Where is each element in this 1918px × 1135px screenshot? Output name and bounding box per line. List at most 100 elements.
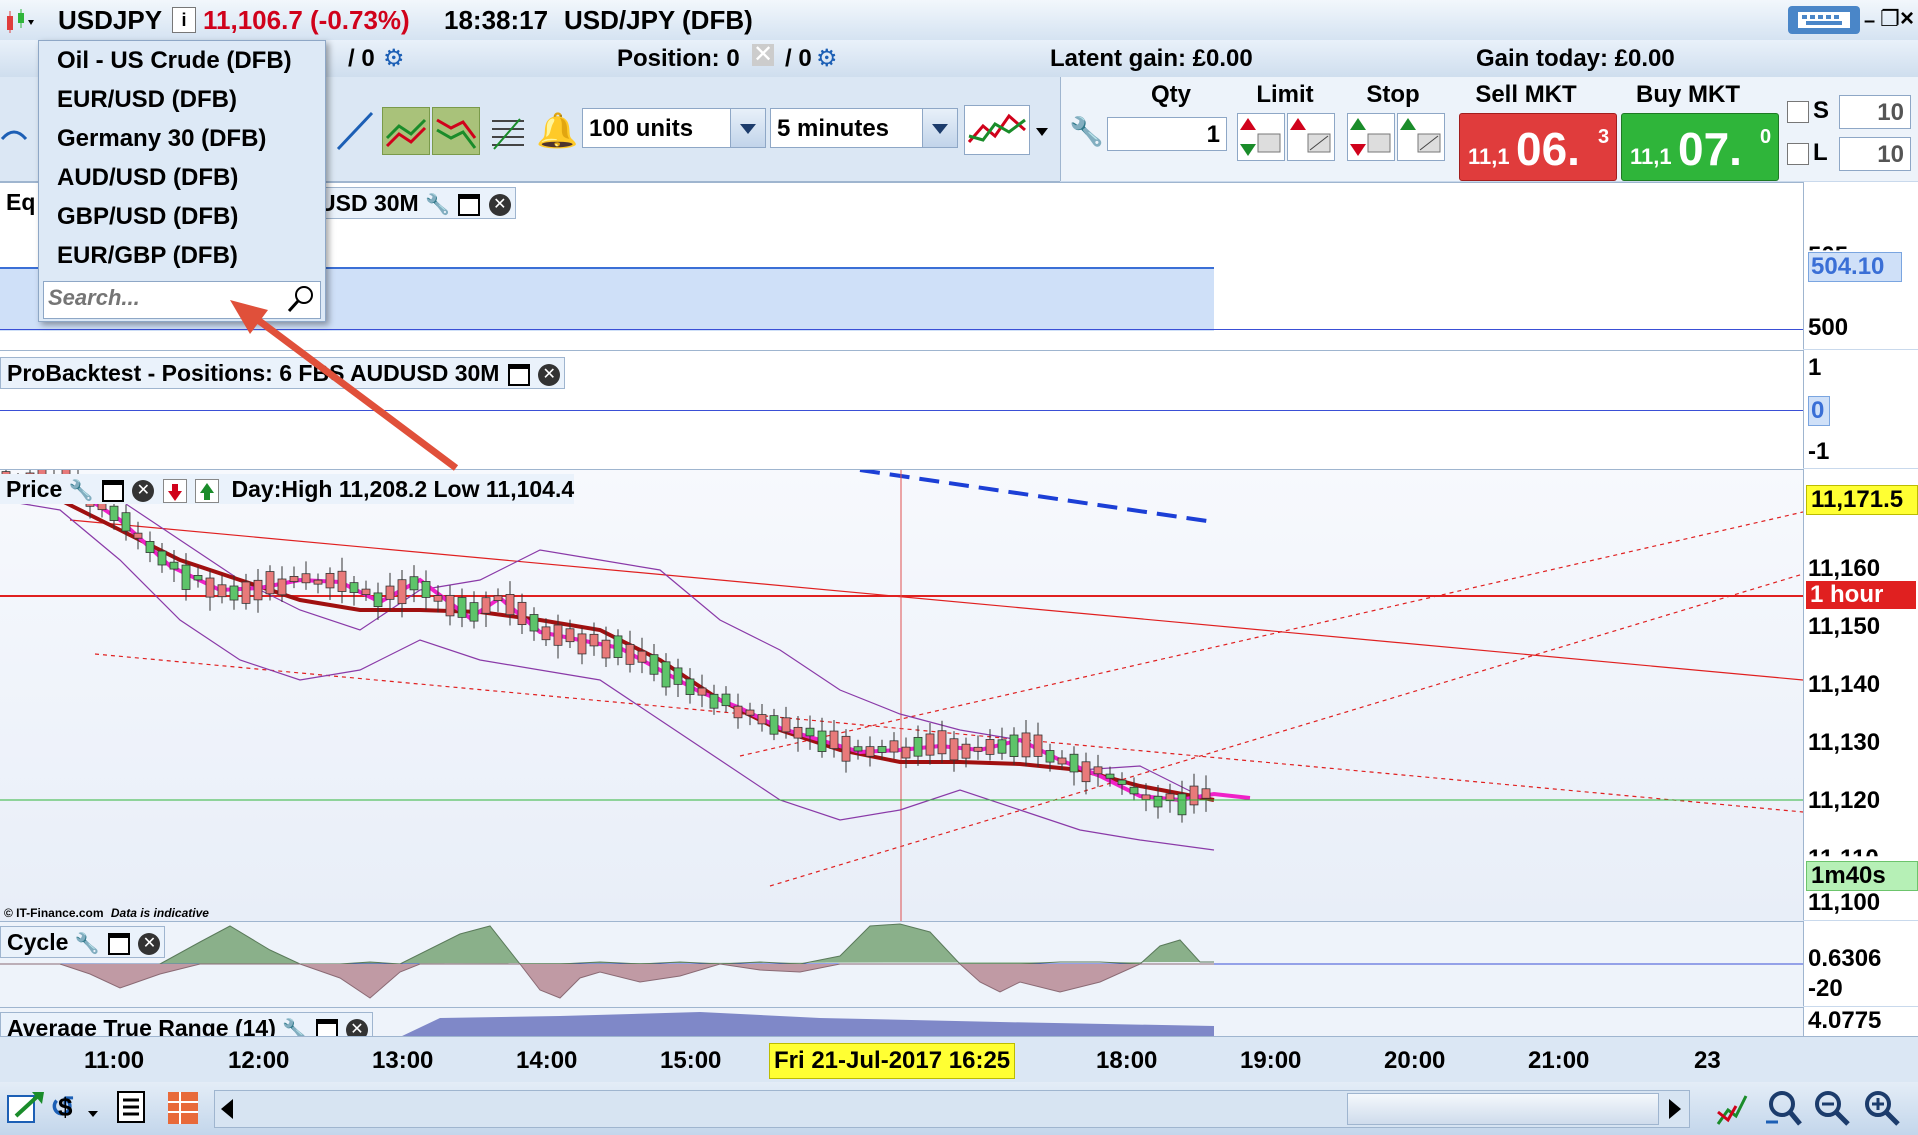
trend-line[interactable] xyxy=(69,519,1803,681)
limit-checkbox[interactable] xyxy=(1787,143,1809,165)
wrench-icon[interactable]: 🔧 xyxy=(69,480,94,502)
candle-body xyxy=(133,532,143,539)
buy-market-button[interactable]: 11,1 07. 0 xyxy=(1621,113,1779,181)
dropdown-item[interactable]: GBP/USD (DFB) xyxy=(39,197,325,236)
limit-buy-icon[interactable] xyxy=(1287,113,1335,161)
dropdown-item[interactable]: EUR/GBP (DFB) xyxy=(39,236,325,275)
channel-down-icon[interactable] xyxy=(432,107,480,155)
credit-note: Data is indicative xyxy=(110,906,209,920)
candle-body xyxy=(181,564,191,590)
fibonacci-icon[interactable] xyxy=(490,115,526,156)
wrench-icon[interactable]: 🔧 xyxy=(1069,115,1104,148)
dollar-icon[interactable]: $ xyxy=(58,1092,72,1123)
buy-arrow-icon[interactable] xyxy=(195,478,220,503)
chevron-down-icon[interactable] xyxy=(86,1106,100,1124)
wrench-icon[interactable]: 🔧 xyxy=(282,1019,307,1037)
data-credit: © IT-Finance.com Data is indicative xyxy=(4,906,209,920)
blue-dashed-line[interactable] xyxy=(859,470,1215,524)
minimize-icon[interactable]: – xyxy=(1864,10,1875,33)
candle-body xyxy=(997,739,1007,754)
maximize-icon[interactable] xyxy=(507,363,530,386)
close-icon[interactable]: × xyxy=(1900,5,1914,33)
stop-buy-icon[interactable] xyxy=(1397,113,1445,161)
wrench-icon[interactable]: 🔧 xyxy=(75,933,100,955)
indicators-icon[interactable] xyxy=(964,105,1030,155)
probacktest-axis: 1 0 -1 xyxy=(1803,350,1918,468)
close-icon[interactable]: ✕ xyxy=(538,363,561,386)
dropdown-item[interactable]: Germany 30 (DFB) xyxy=(39,119,325,158)
candle-body xyxy=(865,746,875,757)
price-tick: 11,140 xyxy=(1808,671,1881,698)
price-current-label: 11,171.5 xyxy=(1806,485,1918,515)
maximize-icon[interactable] xyxy=(458,193,481,216)
maximize-icon[interactable] xyxy=(101,479,124,502)
dropdown-item[interactable]: EUR/USD (DFB) xyxy=(39,80,325,119)
candle-body xyxy=(505,594,515,616)
candlestick-icon[interactable] xyxy=(4,8,34,39)
channel-line-dashed[interactable] xyxy=(769,573,1803,887)
auto-scale-icon[interactable] xyxy=(1714,1090,1750,1133)
time-tick: 23 xyxy=(1694,1047,1721,1074)
candle-body xyxy=(973,746,983,752)
close-position-icon[interactable]: ✕ xyxy=(752,43,774,67)
drawing-tool-icon[interactable] xyxy=(0,117,30,162)
list-icon[interactable] xyxy=(116,1090,146,1129)
channel-up-icon[interactable] xyxy=(382,107,430,155)
maximize-icon[interactable] xyxy=(315,1018,338,1037)
horizontal-scrollbar[interactable] xyxy=(214,1090,1690,1128)
spreadsheet-icon[interactable] xyxy=(166,1090,200,1131)
info-icon[interactable]: i xyxy=(172,7,196,33)
line-tool-icon[interactable] xyxy=(334,109,376,158)
stop-checkbox[interactable] xyxy=(1787,101,1809,123)
restore-icon[interactable]: ❐ xyxy=(1880,6,1900,32)
qty-input[interactable]: 1 xyxy=(1107,117,1227,151)
units-select[interactable]: 100 units xyxy=(582,108,766,148)
price-tick: 11,160 xyxy=(1808,555,1881,582)
instrument-name[interactable]: USDJPY xyxy=(58,5,162,36)
price-chart[interactable] xyxy=(0,470,1803,921)
atr-axis: 4.0775 xyxy=(1803,1007,1918,1036)
alert-bell-icon[interactable]: 🔔 xyxy=(536,111,578,151)
wrench-icon[interactable]: 🔧 xyxy=(425,194,450,216)
candle-body xyxy=(121,512,131,532)
atr-title: Average True Range (14) xyxy=(7,1015,276,1037)
interval-select[interactable]: 5 minutes xyxy=(770,108,958,148)
cycle-title: Cycle xyxy=(7,929,69,955)
sell-arrow-icon[interactable] xyxy=(162,478,187,503)
time-tick: 19:00 xyxy=(1240,1047,1302,1074)
channel-line-dashed[interactable] xyxy=(739,511,1803,757)
keyboard-icon[interactable] xyxy=(1788,6,1860,34)
probacktest-tick-top: 1 xyxy=(1808,354,1822,381)
scroll-left-icon[interactable] xyxy=(217,1097,237,1126)
sell-price-sup: 3 xyxy=(1598,126,1610,148)
close-icon[interactable]: ✕ xyxy=(132,479,155,502)
cycle-axis: 0.6306 -20 xyxy=(1803,921,1918,1006)
limit-sell-icon[interactable] xyxy=(1237,113,1285,161)
zoom-area-icon[interactable] xyxy=(1764,1088,1804,1133)
candle-body xyxy=(601,639,611,659)
chevron-down-icon[interactable] xyxy=(922,109,957,147)
chevron-down-icon[interactable] xyxy=(730,109,765,147)
stop-distance-input[interactable]: 10 xyxy=(1839,95,1911,129)
zoom-in-icon[interactable] xyxy=(1862,1088,1902,1133)
scrollbar-thumb[interactable] xyxy=(1347,1093,1659,1125)
zoom-out-icon[interactable] xyxy=(1812,1088,1852,1133)
gear-icon[interactable]: ⚙ xyxy=(383,44,405,73)
chevron-down-icon[interactable] xyxy=(1034,125,1050,143)
close-icon[interactable]: ✕ xyxy=(488,193,511,216)
sell-market-button[interactable]: 11,1 06. 3 xyxy=(1459,113,1617,181)
candle-body xyxy=(457,597,467,618)
navigate-icon[interactable] xyxy=(6,1088,46,1133)
close-icon[interactable]: ✕ xyxy=(345,1018,368,1037)
dropdown-item[interactable]: AUD/USD (DFB) xyxy=(39,158,325,197)
scroll-right-icon[interactable] xyxy=(1665,1097,1685,1126)
dropdown-item[interactable]: Oil - US Crude (DFB) xyxy=(39,41,325,80)
cycle-chart[interactable] xyxy=(0,922,1803,1007)
buy-price-sup: 0 xyxy=(1760,126,1772,148)
stop-sell-icon[interactable] xyxy=(1347,113,1395,161)
close-icon[interactable]: ✕ xyxy=(138,932,161,955)
maximize-icon[interactable] xyxy=(108,932,131,955)
gear-icon[interactable]: ⚙ xyxy=(816,44,838,73)
trend-line-dashed[interactable] xyxy=(94,653,1803,813)
limit-distance-input[interactable]: 10 xyxy=(1839,137,1911,171)
